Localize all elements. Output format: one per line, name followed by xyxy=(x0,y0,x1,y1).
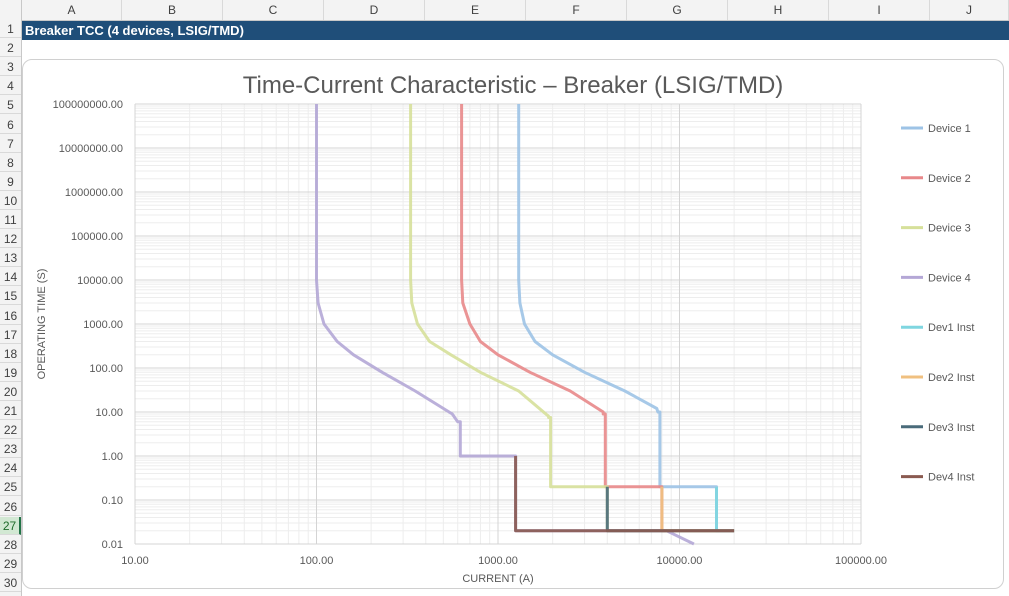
row-header-25[interactable]: 25 xyxy=(0,478,21,497)
column-header-a[interactable]: A xyxy=(22,0,122,20)
x-tick-label: 1000.00 xyxy=(478,555,518,567)
sheet-banner[interactable]: Breaker TCC (4 devices, LSIG/TMD) xyxy=(22,21,1009,40)
x-tick-label: 100.00 xyxy=(300,555,334,567)
tcc-chart: Time-Current Characteristic – Breaker (L… xyxy=(36,72,974,585)
column-header-bar: ABCDEFGHIJ xyxy=(0,0,1009,21)
row-header-12[interactable]: 12 xyxy=(0,230,21,249)
chart-area[interactable]: Time-Current Characteristic – Breaker (L… xyxy=(22,59,1004,589)
x-tick-label: 100000.00 xyxy=(835,555,887,567)
column-header-f[interactable]: F xyxy=(526,0,627,20)
row-header-1[interactable]: 1 xyxy=(0,20,21,38)
row-header-28[interactable]: 28 xyxy=(0,536,21,554)
column-header-i[interactable]: I xyxy=(829,0,930,20)
row-header-23[interactable]: 23 xyxy=(0,440,21,459)
row-header-13[interactable]: 13 xyxy=(0,249,21,268)
row-header-21[interactable]: 21 xyxy=(0,402,21,420)
x-tick-label: 10000.00 xyxy=(657,555,703,567)
legend-label-device-2: Device 2 xyxy=(928,173,971,185)
row-header-4[interactable]: 4 xyxy=(0,77,21,96)
row-header-8[interactable]: 8 xyxy=(0,154,21,172)
column-header-g[interactable]: G xyxy=(627,0,728,20)
row-header-bar: 1 2 3 4 5 6 7 8 9 10 11 12 13 14 15 16 17 18 19 20 21 22 23 24 2… xyxy=(0,20,22,596)
legend-label-dev1-inst: Dev1 Inst xyxy=(928,322,974,334)
row-header-20[interactable]: 20 xyxy=(0,383,21,401)
legend-label-dev4-inst: Dev4 Inst xyxy=(928,472,974,484)
series-line-device-3 xyxy=(409,104,735,533)
row-header-11[interactable]: 11 xyxy=(0,211,21,229)
row-header-29[interactable]: 29 xyxy=(0,555,21,573)
series-line-dev2-inst xyxy=(660,486,735,533)
y-tick-label: 100.00 xyxy=(89,363,123,375)
row-header-18[interactable]: 18 xyxy=(0,345,21,363)
x-tick-label: 10.00 xyxy=(121,555,149,567)
spreadsheet: ABCDEFGHIJ 1 2 3 4 5 6 7 8 9 10 11 12 13 14 15 16 17 18 19… xyxy=(0,0,1009,596)
row-header-10[interactable]: 10 xyxy=(0,192,21,210)
column-header-h[interactable]: H xyxy=(728,0,829,20)
y-tick-label: 10.00 xyxy=(95,407,123,419)
x-axis-title: CURRENT (A) xyxy=(462,573,533,585)
chart-title: Time-Current Characteristic – Breaker (L… xyxy=(243,72,784,99)
legend-label-device-3: Device 3 xyxy=(928,223,971,235)
y-tick-label: 1.00 xyxy=(102,451,123,463)
row-header-6[interactable]: 6 xyxy=(0,116,21,134)
column-header-e[interactable]: E xyxy=(425,0,526,20)
row-header-7[interactable]: 7 xyxy=(0,135,21,153)
row-header-5[interactable]: 5 xyxy=(0,96,21,115)
row-header-24[interactable]: 24 xyxy=(0,459,21,478)
y-axis-title: OPERATING TIME (S) xyxy=(36,269,48,380)
row-header-15[interactable]: 15 xyxy=(0,287,21,306)
y-tick-label: 10000.00 xyxy=(77,275,123,287)
row-header-27[interactable]: 27 xyxy=(0,516,21,535)
row-header-22[interactable]: 22 xyxy=(0,421,21,440)
row-header-14[interactable]: 14 xyxy=(0,268,21,287)
select-all-corner[interactable] xyxy=(0,0,22,20)
row-header-30[interactable]: 30 xyxy=(0,574,21,592)
row-header-26[interactable]: 26 xyxy=(0,498,21,516)
column-header-j[interactable]: J xyxy=(930,0,1009,20)
row-header-19[interactable]: 19 xyxy=(0,364,21,382)
column-header-d[interactable]: D xyxy=(324,0,425,20)
row-header-17[interactable]: 17 xyxy=(0,326,21,344)
y-tick-label: 100000000.00 xyxy=(53,99,123,111)
legend-label-device-1: Device 1 xyxy=(928,123,971,135)
series-line-device-1 xyxy=(517,104,719,533)
y-tick-label: 1000000.00 xyxy=(65,187,123,199)
row-header-16[interactable]: 16 xyxy=(0,307,21,325)
legend-label-device-4: Device 4 xyxy=(928,272,971,284)
y-tick-label: 10000000.00 xyxy=(59,143,123,155)
legend-label-dev3-inst: Dev3 Inst xyxy=(928,422,974,434)
column-header-b[interactable]: B xyxy=(122,0,223,20)
row-header-3[interactable]: 3 xyxy=(0,58,21,77)
column-header-c[interactable]: C xyxy=(223,0,324,20)
y-tick-label: 0.10 xyxy=(102,495,123,507)
y-tick-label: 1000.00 xyxy=(83,319,123,331)
y-tick-label: 0.01 xyxy=(102,539,123,551)
legend-label-dev2-inst: Dev2 Inst xyxy=(928,372,974,384)
y-tick-label: 100000.00 xyxy=(71,231,123,243)
row-header-9[interactable]: 9 xyxy=(0,173,21,191)
row-header-2[interactable]: 2 xyxy=(0,39,21,58)
series-line-dev1-inst xyxy=(715,486,735,533)
series-line-device-2 xyxy=(460,104,665,533)
